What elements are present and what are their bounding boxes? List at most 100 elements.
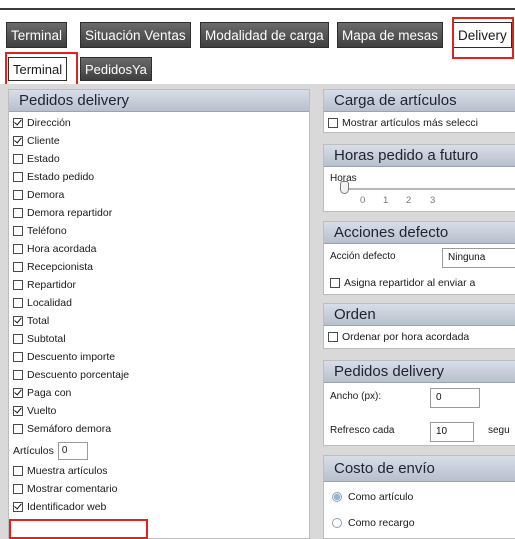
list-item-label: Teléfono	[27, 225, 67, 237]
orden-title: Orden	[324, 304, 515, 326]
accion-defecto-label: Acción defecto	[330, 251, 396, 262]
list-item-label: Recepcionista	[27, 261, 93, 273]
list-item-label: Estado	[27, 153, 60, 165]
articulos-input[interactable]: 0	[57, 442, 88, 460]
horas-futuro-panel: Horas pedido a futuro Horas 0 1 2 3	[323, 144, 515, 212]
ordenar-hora-option[interactable]: Ordenar por hora acordada	[328, 328, 515, 346]
como-recargo-radio[interactable]	[332, 518, 342, 528]
checkbox[interactable]	[13, 208, 23, 218]
como-articulo-option[interactable]: Como artículo	[332, 488, 413, 506]
identificador-web-option[interactable]: Identificador web	[13, 498, 305, 516]
tab-delivery[interactable]: Delivery	[453, 22, 512, 48]
list-item-label: Subtotal	[27, 333, 66, 345]
horas-slider-handle[interactable]	[340, 181, 349, 194]
mostrar-comentario-checkbox[interactable]	[13, 484, 23, 494]
list-item[interactable]: Total	[13, 312, 305, 330]
list-item[interactable]: Localidad	[13, 294, 305, 312]
panel-title: Pedidos delivery	[9, 90, 309, 112]
ordenar-hora-checkbox[interactable]	[328, 332, 338, 342]
articulos-label: Artículos	[13, 445, 54, 457]
checkbox[interactable]	[13, 118, 23, 128]
list-item-label: Estado pedido	[27, 171, 95, 183]
checkbox[interactable]	[13, 334, 23, 344]
main-tab-bar: Terminal Situación Ventas Modalidad de c…	[0, 0, 515, 52]
list-item-label: Total	[27, 315, 50, 327]
como-recargo-label: Como recargo	[348, 517, 415, 529]
ancho-label: Ancho (px):	[330, 391, 382, 402]
tab-modalidad-de-carga[interactable]: Modalidad de carga	[200, 22, 329, 48]
mostrar-comentario-option[interactable]: Mostrar comentario	[13, 480, 305, 498]
checkbox[interactable]	[13, 226, 23, 236]
checkbox[interactable]	[13, 370, 23, 380]
tick-2: 2	[406, 195, 412, 206]
checkbox[interactable]	[13, 190, 23, 200]
tab-terminal[interactable]: Terminal	[6, 22, 68, 48]
list-item[interactable]: Recepcionista	[13, 258, 305, 276]
checkbox[interactable]	[13, 298, 23, 308]
mostrar-articulos-option[interactable]: Mostrar artículos más selecci	[328, 114, 515, 132]
como-articulo-radio[interactable]	[332, 492, 342, 502]
list-item[interactable]: Teléfono	[13, 222, 305, 240]
extra-options: Artículos 0 Muestra artículos Mostrar co…	[9, 440, 309, 518]
carga-articulos-panel: Carga de artículos Mostrar artículos más…	[323, 89, 515, 133]
ancho-input[interactable]: 0	[430, 388, 480, 408]
asigna-repartidor-label: Asigna repartidor al enviar a	[344, 277, 476, 289]
mostrar-comentario-label: Mostrar comentario	[27, 483, 118, 495]
acciones-title: Acciones defecto	[324, 222, 515, 244]
checkbox[interactable]	[13, 280, 23, 290]
list-item[interactable]: Demora repartidor	[13, 204, 305, 222]
sub-tab-bar: Terminal PedidosYa	[0, 54, 515, 84]
list-item[interactable]: Paga con	[13, 384, 305, 402]
list-item[interactable]: Estado pedido	[13, 168, 305, 186]
refresco-input[interactable]: 10	[430, 422, 474, 442]
checkbox[interactable]	[13, 154, 23, 164]
muestra-articulos-option[interactable]: Muestra artículos	[13, 462, 305, 480]
list-item-label: Demora	[27, 189, 65, 201]
list-item-label: Hora acordada	[27, 243, 97, 255]
list-item-label: Semáforo demora	[27, 423, 112, 435]
checkbox[interactable]	[13, 424, 23, 434]
tab-bar-top-line	[0, 8, 515, 10]
list-item[interactable]: Descuento importe	[13, 348, 305, 366]
como-articulo-label: Como artículo	[348, 491, 414, 503]
checkbox[interactable]	[13, 406, 23, 416]
como-recargo-option[interactable]: Como recargo	[332, 514, 415, 532]
muestra-articulos-label: Muestra artículos	[27, 465, 108, 477]
list-item[interactable]: Repartidor	[13, 276, 305, 294]
list-item[interactable]: Dirección	[13, 114, 305, 132]
list-item[interactable]: Estado	[13, 150, 305, 168]
tick-1: 1	[383, 195, 389, 206]
list-item-label: Repartidor	[27, 279, 77, 291]
list-item-label: Paga con	[27, 387, 72, 399]
subtab-terminal[interactable]: Terminal	[8, 57, 68, 81]
tab-mapa-de-mesas[interactable]: Mapa de mesas	[337, 22, 444, 48]
list-item[interactable]: Vuelto	[13, 402, 305, 420]
checkbox[interactable]	[13, 262, 23, 272]
mostrar-articulos-checkbox[interactable]	[328, 118, 338, 128]
checkbox[interactable]	[13, 244, 23, 254]
list-item[interactable]: Descuento porcentaje	[13, 366, 305, 384]
pedidos-delivery-panel: Pedidos delivery Dirección Cliente Estado E…	[8, 89, 310, 539]
horas-title: Horas pedido a futuro	[324, 145, 515, 167]
checkbox[interactable]	[13, 172, 23, 182]
horas-slider-track[interactable]	[342, 188, 515, 190]
asigna-repartidor-checkbox[interactable]	[330, 278, 340, 288]
list-item[interactable]: Subtotal	[13, 330, 305, 348]
checkbox[interactable]	[13, 352, 23, 362]
orden-panel: Orden Ordenar por hora acordada	[323, 303, 515, 349]
identificador-web-checkbox[interactable]	[13, 502, 23, 512]
tab-situacion-ventas[interactable]: Situación Ventas	[80, 22, 191, 48]
muestra-articulos-checkbox[interactable]	[13, 466, 23, 476]
checkbox[interactable]	[13, 316, 23, 326]
asigna-repartidor-option[interactable]: Asigna repartidor al enviar a	[330, 274, 475, 292]
accion-defecto-select[interactable]: Ninguna	[442, 248, 515, 268]
pedidos-delivery-config-panel: Pedidos delivery Ancho (px): 0 Refresco …	[323, 360, 515, 446]
checkbox[interactable]	[13, 388, 23, 398]
checkbox[interactable]	[13, 136, 23, 146]
list-item[interactable]: Cliente	[13, 132, 305, 150]
ordenar-hora-label: Ordenar por hora acordada	[342, 331, 470, 343]
subtab-pedidosya[interactable]: PedidosYa	[80, 57, 152, 81]
list-item[interactable]: Semáforo demora	[13, 420, 305, 438]
list-item[interactable]: Hora acordada	[13, 240, 305, 258]
list-item[interactable]: Demora	[13, 186, 305, 204]
